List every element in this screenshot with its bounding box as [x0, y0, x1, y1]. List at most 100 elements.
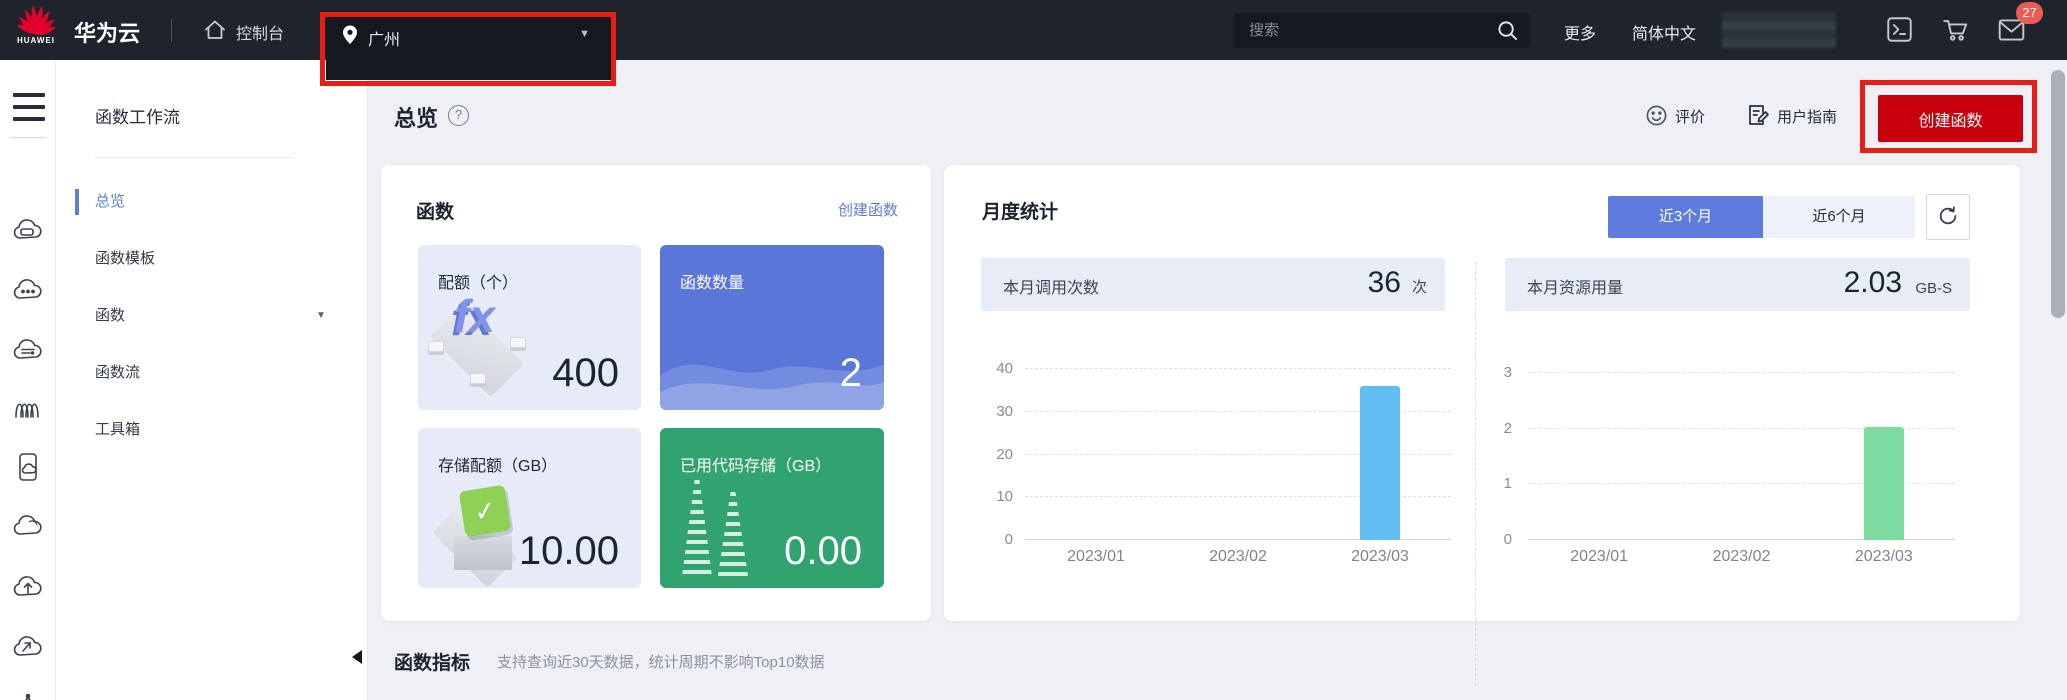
x-tick-label: 2023/02 — [1713, 548, 1771, 566]
sidebar-item-label: 函数 — [95, 307, 125, 324]
range-6-months-button[interactable]: 近6个月 — [1763, 196, 1915, 238]
y-tick-label: 10 — [996, 488, 1013, 506]
y-tick-label: 3 — [1504, 364, 1512, 382]
search-icon[interactable] — [1497, 20, 1518, 41]
notification-badge: 27 — [2016, 2, 2043, 24]
used-code-storage-tile: 已用代码存储（GB） 0.00 — [660, 428, 884, 588]
chart-bar — [1864, 427, 1904, 540]
menu-icon[interactable] — [13, 93, 45, 125]
top-bar: HUAWEI 华为云 控制台 广州 ▼ 更多 简体中文 27 — [0, 0, 2067, 60]
sidebar-item-label: 总览 — [95, 193, 125, 210]
sidebar-item-label: 函数模板 — [95, 250, 155, 267]
y-tick-label: 0 — [1005, 531, 1013, 549]
x-tick-label: 2023/03 — [1855, 548, 1913, 566]
console-link[interactable]: 控制台 — [236, 20, 284, 44]
refresh-button[interactable] — [1926, 194, 1970, 240]
function-card-title: 函数 — [416, 197, 454, 224]
scrollbar-thumb[interactable] — [2051, 70, 2065, 318]
range-3-months-button[interactable]: 近3个月 — [1608, 196, 1763, 238]
cloud-dots-icon[interactable] — [12, 274, 44, 306]
x-tick-label: 2023/03 — [1351, 548, 1409, 566]
search-box — [1234, 13, 1530, 48]
rail-divider — [10, 137, 46, 138]
waves-functiongraph-icon[interactable] — [12, 392, 44, 424]
huawei-logo[interactable]: HUAWEI — [12, 4, 60, 58]
sidebar-collapse-arrow[interactable] — [352, 650, 362, 664]
sidebar-item-label: 工具箱 — [95, 421, 140, 438]
gridline — [1025, 368, 1451, 369]
monthly-invocations-stat: 本月调用次数 36 次 — [981, 258, 1445, 311]
smiley-icon[interactable] — [1645, 104, 1668, 127]
sidebar-title: 函数工作流 — [95, 103, 180, 128]
cli-console-icon[interactable] — [1886, 16, 1913, 43]
y-axis: 010203040 — [981, 369, 1013, 540]
monthly-resource-usage-stat: 本月资源用量 2.03 GB-S — [1505, 258, 1970, 311]
cloud-meter-icon[interactable] — [12, 631, 44, 663]
service-sidebar: 函数工作流 总览 函数模板 函数 ▼ 函数流 工具箱 — [56, 60, 368, 700]
huawei-logo-text: HUAWEI — [12, 36, 60, 45]
sidebar-item-toolbox[interactable]: 工具箱 — [56, 410, 368, 450]
feedback-link[interactable]: 评价 — [1675, 106, 1705, 127]
tile-value: 2 — [840, 351, 862, 396]
invocations-bar-chart: 0 10 20 30 40 2023/01 2023/02 2023/03 — [981, 355, 1451, 585]
topbar-divider — [171, 19, 172, 42]
pyramid-icon[interactable] — [12, 691, 44, 700]
tile-value: 400 — [552, 351, 619, 396]
function-metrics-title: 函数指标 — [394, 648, 470, 675]
y-tick-label: 30 — [996, 403, 1013, 421]
stat-value: 2.03 — [1844, 266, 1902, 300]
tile-value: 0.00 — [784, 529, 862, 574]
cloud-icon[interactable] — [12, 510, 44, 542]
stat-unit: GB-S — [1915, 280, 1952, 297]
y-tick-label: 20 — [996, 446, 1013, 464]
device-cloud-icon[interactable] — [12, 451, 44, 483]
annotation-create-function-highlight — [1860, 80, 2037, 153]
x-axis: 2023/01 2023/02 2023/03 — [1025, 546, 1451, 568]
x-tick-label: 2023/02 — [1209, 548, 1267, 566]
function-count-tile: 函数数量 2 — [660, 245, 884, 410]
sidebar-item-overview[interactable]: 总览 — [56, 182, 368, 222]
account-name-blurred[interactable] — [1722, 12, 1836, 48]
stat-value: 36 — [1368, 266, 1401, 300]
x-axis: 2023/01 2023/02 2023/03 — [1528, 546, 1955, 568]
chevron-down-icon[interactable]: ▼ — [316, 296, 326, 336]
more-menu[interactable]: 更多 — [1564, 20, 1596, 44]
user-guide-link[interactable]: 用户指南 — [1777, 106, 1837, 127]
cloud-compute-icon[interactable] — [12, 214, 44, 246]
resource-usage-bar-chart: 0 1 2 3 2023/01 2023/02 2023/03 — [1494, 355, 1972, 585]
y-tick-label: 1 — [1504, 475, 1512, 493]
tile-label: 已用代码存储（GB） — [680, 452, 831, 476]
sidebar-item-function-flows[interactable]: 函数流 — [56, 353, 368, 393]
cloud-upload-icon[interactable] — [12, 571, 44, 603]
x-tick-label: 2023/01 — [1570, 548, 1628, 566]
cloud-server-icon[interactable] — [12, 334, 44, 366]
chart-plot-area — [1528, 373, 1955, 540]
stat-label: 本月调用次数 — [1003, 274, 1099, 298]
y-tick-label: 0 — [1504, 531, 1512, 549]
function-metrics-note: 支持查询近30天数据，统计周期不影响Top10数据 — [497, 651, 825, 672]
y-tick-label: 2 — [1504, 420, 1512, 438]
sidebar-item-label: 函数流 — [95, 364, 140, 381]
dashed-divider — [1475, 262, 1476, 686]
brand-name[interactable]: 华为云 — [74, 16, 140, 48]
gridline — [1528, 372, 1955, 373]
language-selector[interactable]: 简体中文 — [1632, 20, 1696, 44]
huawei-flower-icon — [17, 4, 55, 38]
home-icon[interactable] — [203, 18, 227, 42]
sidebar-item-function-templates[interactable]: 函数模板 — [56, 239, 368, 279]
y-tick-label: 40 — [996, 360, 1013, 378]
help-icon[interactable]: ? — [448, 105, 469, 126]
sidebar-item-functions[interactable]: 函数 ▼ — [56, 296, 368, 336]
monthly-card-title: 月度统计 — [982, 197, 1058, 224]
page-title: 总览 — [394, 101, 438, 133]
x-tick-label: 2023/01 — [1067, 548, 1125, 566]
storage-quota-tile: 存储配额（GB） ✓ 10.00 — [418, 428, 641, 588]
create-function-link[interactable]: 创建函数 — [838, 199, 898, 220]
chart-plot-area — [1025, 369, 1451, 540]
service-icon-rail — [0, 60, 56, 700]
chart-bar — [1360, 386, 1400, 540]
sidebar-divider — [95, 157, 293, 158]
user-guide-icon[interactable] — [1746, 103, 1770, 127]
cart-icon[interactable] — [1942, 16, 1969, 43]
search-input[interactable] — [1234, 13, 1530, 48]
